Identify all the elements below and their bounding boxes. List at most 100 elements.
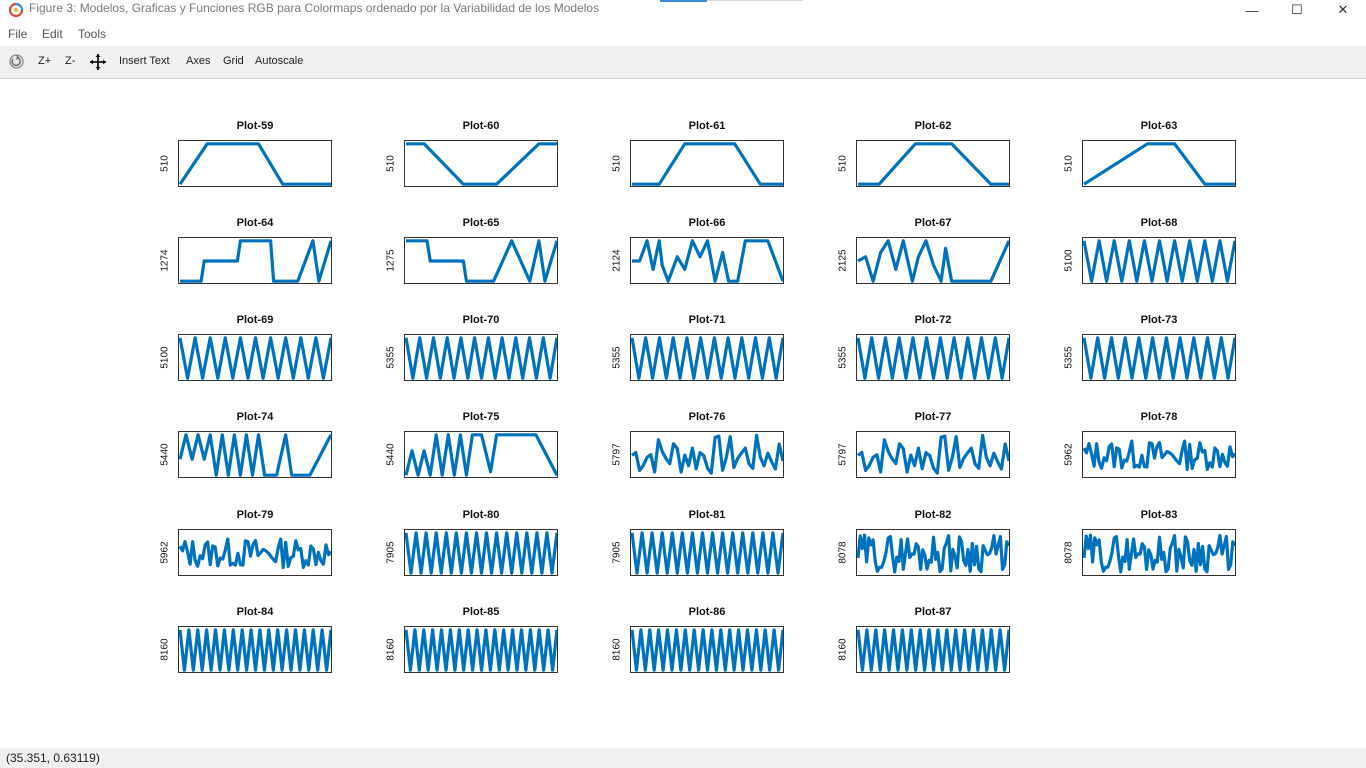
plot-73-line-chart — [1083, 336, 1235, 380]
toolbar: Z+ Z- Insert Text Axes Grid Autoscale — [0, 46, 1366, 79]
plot-87-axes[interactable] — [856, 626, 1010, 673]
menu-edit[interactable]: Edit — [42, 27, 63, 41]
plot-83-axes[interactable] — [1082, 529, 1236, 576]
plot-73-axes[interactable] — [1082, 334, 1236, 381]
plot-60-axes[interactable] — [404, 140, 558, 187]
minimize-icon: — — [1245, 2, 1259, 18]
plot-82-title: Plot-82 — [914, 509, 952, 521]
plot-71-ylabel: 5355 — [611, 346, 623, 369]
insert-text-button[interactable]: Insert Text — [119, 55, 170, 67]
autoscale-button[interactable]: Autoscale — [255, 55, 303, 67]
plot-70-series-line — [405, 336, 557, 380]
plot-66-line-chart — [632, 239, 783, 283]
plot-65-axes[interactable] — [404, 237, 558, 284]
plot-64-axes[interactable] — [178, 237, 332, 284]
plot-70-axes[interactable] — [404, 334, 558, 381]
plot-72-axes[interactable] — [856, 334, 1010, 381]
plot-67-axes[interactable] — [856, 237, 1010, 284]
plot-80-axes[interactable] — [404, 529, 558, 576]
plot-63-series-line — [1083, 142, 1235, 186]
plot-78-title: Plot-78 — [1140, 411, 1178, 423]
plot-74-ylabel: 5440 — [159, 443, 171, 466]
plot-79-ylabel: 5962 — [159, 541, 171, 564]
menu-file[interactable]: File — [8, 27, 27, 41]
rotate-icon[interactable] — [8, 53, 25, 70]
minimize-button[interactable]: — — [1229, 0, 1275, 20]
plot-62-line-chart — [858, 142, 1009, 186]
plot-68-line-chart — [1083, 239, 1235, 283]
plot-78-series-line — [1083, 439, 1235, 472]
plot-60-ylabel: 510 — [385, 155, 397, 172]
plot-73-ylabel: 5355 — [1063, 346, 1075, 369]
plot-85-axes[interactable] — [404, 626, 558, 673]
plot-86-title: Plot-86 — [688, 606, 726, 618]
plot-69-title: Plot-69 — [236, 314, 274, 326]
plot-84-series-line — [179, 628, 331, 672]
plot-61-line-chart — [632, 142, 783, 186]
plot-87-line-chart — [857, 628, 1009, 672]
plot-75-axes[interactable] — [404, 431, 558, 478]
menu-tools[interactable]: Tools — [78, 27, 106, 41]
plot-69-axes[interactable] — [178, 334, 332, 381]
plot-79-line-chart — [179, 537, 331, 570]
plot-78-axes[interactable] — [1082, 431, 1236, 478]
plot-62-axes[interactable] — [856, 140, 1010, 187]
plot-66-ylabel: 2124 — [611, 249, 623, 272]
plot-77-axes[interactable] — [856, 431, 1010, 478]
maximize-button[interactable]: ☐ — [1274, 0, 1320, 20]
plot-68-axes[interactable] — [1082, 237, 1236, 284]
maximize-icon: ☐ — [1291, 2, 1303, 17]
plot-59-axes[interactable] — [178, 140, 332, 187]
plot-59-ylabel: 510 — [159, 155, 171, 172]
plot-78-ylabel: 5962 — [1063, 443, 1075, 466]
plot-71-axes[interactable] — [630, 334, 784, 381]
plot-72-line-chart — [857, 336, 1009, 380]
close-button[interactable]: ✕ — [1320, 0, 1366, 20]
plot-75-line-chart — [405, 433, 557, 477]
plot-72-ylabel: 5355 — [837, 346, 849, 369]
plot-82-axes[interactable] — [856, 529, 1010, 576]
plot-76-line-chart — [631, 433, 783, 475]
plot-74-line-chart — [179, 433, 331, 477]
plot-64-title: Plot-64 — [236, 217, 274, 229]
plot-59-line-chart — [179, 142, 331, 186]
plot-83-ylabel: 8078 — [1063, 541, 1075, 564]
plot-65-ylabel: 1275 — [385, 249, 397, 272]
plot-61-axes[interactable] — [630, 140, 784, 187]
plot-67-ylabel: 2125 — [837, 249, 849, 272]
plot-63-axes[interactable] — [1082, 140, 1236, 187]
zoom-in-button[interactable]: Z+ — [38, 55, 51, 67]
pan-move-icon[interactable] — [89, 53, 107, 71]
plot-62-title: Plot-62 — [914, 120, 952, 132]
plot-61-title: Plot-61 — [688, 120, 726, 132]
plot-77-ylabel: 5797 — [837, 443, 849, 466]
plot-66-axes[interactable] — [630, 237, 784, 284]
plot-81-title: Plot-81 — [688, 509, 726, 521]
grid-button[interactable]: Grid — [223, 55, 244, 67]
plot-65-line-chart — [406, 239, 557, 283]
plot-84-axes[interactable] — [178, 626, 332, 673]
axes-button[interactable]: Axes — [186, 55, 210, 67]
title-bar: Figure 3: Modelos, Graficas y Funciones … — [0, 0, 1366, 20]
plot-79-axes[interactable] — [178, 529, 332, 576]
plot-84-line-chart — [179, 628, 331, 672]
plot-62-ylabel: 510 — [837, 155, 849, 172]
plot-81-axes[interactable] — [630, 529, 784, 576]
figure-canvas[interactable]: Plot-59 510 Plot-60 510 Plot-61 510 Plot-62 510… — [0, 79, 1366, 748]
window-title: Figure 3: Modelos, Graficas y Funciones … — [29, 1, 600, 15]
plot-83-series-line — [1083, 533, 1235, 574]
plot-71-line-chart — [631, 336, 783, 380]
plot-80-title: Plot-80 — [462, 509, 500, 521]
plot-60-line-chart — [406, 142, 557, 186]
plot-86-axes[interactable] — [630, 626, 784, 673]
plot-85-title: Plot-85 — [462, 606, 500, 618]
zoom-out-button[interactable]: Z- — [65, 55, 75, 67]
plot-69-series-line — [179, 336, 331, 380]
plot-85-ylabel: 8160 — [385, 638, 397, 661]
plot-64-series-line — [180, 239, 331, 283]
plot-78-line-chart — [1083, 439, 1235, 472]
plot-74-axes[interactable] — [178, 431, 332, 478]
plot-76-axes[interactable] — [630, 431, 784, 478]
plot-64-ylabel: 1274 — [159, 249, 171, 272]
plot-64-line-chart — [180, 239, 331, 283]
